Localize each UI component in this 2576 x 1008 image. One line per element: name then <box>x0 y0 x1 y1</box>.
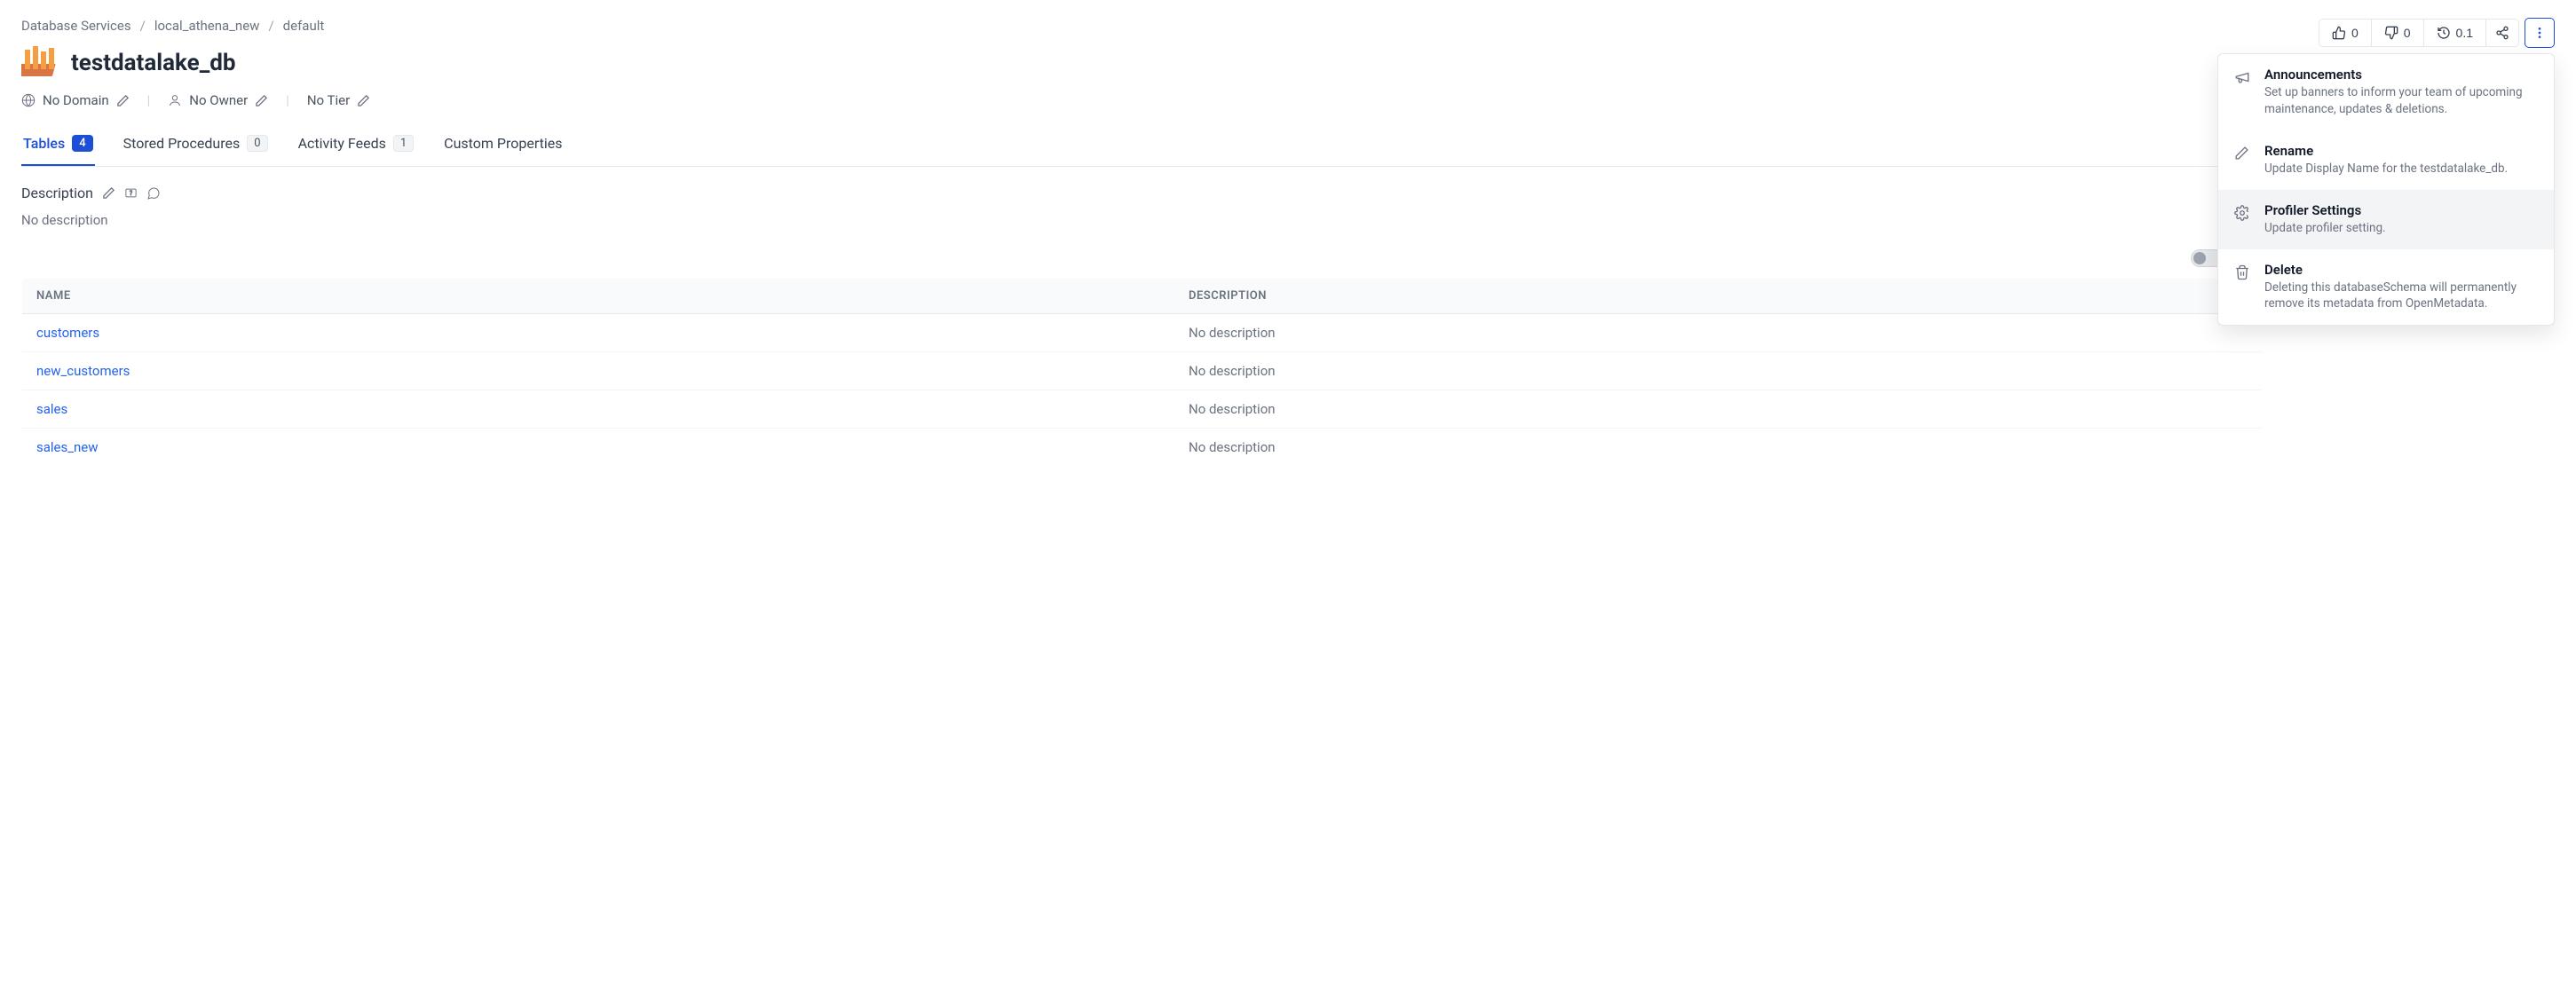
description-label: Description <box>21 185 93 201</box>
conversation-icon[interactable] <box>146 186 161 201</box>
more-menu-dropdown: AnnouncementsSet up banners to inform yo… <box>2217 53 2555 326</box>
menu-item-delete[interactable]: Delete Deleting this databaseSchema will … <box>2218 249 2554 326</box>
tab-badge: 0 <box>247 135 267 152</box>
tier-meta: No Tier <box>307 92 370 108</box>
table-description: No description <box>1174 314 2262 352</box>
trash-icon <box>2234 262 2252 313</box>
table-description: No description <box>1174 390 2262 429</box>
svg-text:?: ? <box>130 190 132 197</box>
version-button[interactable]: 0.1 <box>2424 20 2486 46</box>
breadcrumb-link[interactable]: local_athena_new <box>154 18 260 34</box>
tables-list: NAME DESCRIPTION customers No description… <box>21 278 2262 467</box>
vote-version-group: 0 0 0.1 <box>2319 19 2519 47</box>
tab-label: Stored Procedures <box>123 135 241 152</box>
tab-tables[interactable]: Tables 4 <box>21 126 95 166</box>
table-row: sales No description <box>22 390 2262 429</box>
page-title: testdatalake_db <box>71 50 236 76</box>
more-menu-button[interactable] <box>2525 18 2555 48</box>
table-description: No description <box>1174 352 2262 390</box>
upvote-button[interactable]: 0 <box>2319 20 2372 46</box>
separator: | <box>286 92 289 108</box>
meta-row: No Domain | No Owner | No Tier <box>21 92 2555 108</box>
menu-item-title: Delete <box>2264 262 2538 278</box>
col-name: NAME <box>22 279 1175 314</box>
action-bar: 0 0 0.1 <box>2319 18 2555 48</box>
tier-text: No Tier <box>307 92 350 108</box>
owner-text: No Owner <box>189 92 248 108</box>
domain-text: No Domain <box>43 92 109 108</box>
separator: | <box>147 92 151 108</box>
domain-meta: No Domain <box>21 92 130 108</box>
tab-stored-procedures[interactable]: Stored Procedures 0 <box>122 126 270 166</box>
pencil-icon[interactable] <box>255 94 268 107</box>
gear-icon <box>2234 202 2252 237</box>
tab-label: Custom Properties <box>444 135 562 152</box>
tab-label: Tables <box>23 135 65 152</box>
history-icon <box>2437 26 2451 40</box>
share-icon <box>2495 26 2509 40</box>
user-icon <box>168 93 182 107</box>
downvote-count: 0 <box>2404 26 2411 40</box>
tabs: Tables 4 Stored Procedures 0 Activity Feeds 1… <box>21 126 2555 167</box>
version-text: 0.1 <box>2456 26 2473 40</box>
tab-badge: 1 <box>393 135 414 152</box>
thumbs-down-icon <box>2384 26 2398 40</box>
menu-item-title: Announcements <box>2264 67 2538 83</box>
menu-item-desc: Update Display Name for the testdatalake… <box>2264 161 2538 177</box>
breadcrumb: Database Services / local_athena_new / defau… <box>21 18 2555 34</box>
thumbs-up-icon <box>2332 26 2346 40</box>
share-button[interactable] <box>2486 20 2518 46</box>
menu-item-desc: Deleting this databaseSchema will perman… <box>2264 280 2538 313</box>
more-vertical-icon <box>2533 26 2547 40</box>
menu-item-title: Profiler Settings <box>2264 202 2538 218</box>
menu-item-desc: Set up banners to inform your team of up… <box>2264 84 2538 118</box>
table-row: customers No description <box>22 314 2262 352</box>
description-text: No description <box>21 212 2262 228</box>
pencil-icon[interactable] <box>116 94 130 107</box>
tab-label: Activity Feeds <box>298 135 386 152</box>
table-description: No description <box>1174 429 2262 467</box>
upvote-count: 0 <box>2351 26 2359 40</box>
globe-icon <box>21 93 36 107</box>
downvote-button[interactable]: 0 <box>2372 20 2424 46</box>
request-icon[interactable]: ? <box>124 186 138 200</box>
menu-item-announcements[interactable]: AnnouncementsSet up banners to inform yo… <box>2218 54 2554 130</box>
table-row: sales_new No description <box>22 429 2262 467</box>
menu-item-rename[interactable]: Rename Update Display Name for the testda… <box>2218 130 2554 190</box>
megaphone-icon <box>2234 67 2252 118</box>
tab-activity-feeds[interactable]: Activity Feeds 1 <box>296 126 416 166</box>
menu-item-profiler-settings[interactable]: Profiler Settings Update profiler setting… <box>2218 190 2554 249</box>
breadcrumb-separator: / <box>140 18 146 34</box>
table-name-link[interactable]: sales_new <box>36 439 99 455</box>
database-schema-icon <box>21 46 60 80</box>
owner-meta: No Owner <box>168 92 268 108</box>
title-row: testdatalake_db <box>21 46 2555 80</box>
menu-item-desc: Update profiler setting. <box>2264 220 2538 237</box>
breadcrumb-separator: / <box>268 18 273 34</box>
table-row: new_customers No description <box>22 352 2262 390</box>
col-description: DESCRIPTION <box>1174 279 2262 314</box>
breadcrumb-link[interactable]: Database Services <box>21 18 131 34</box>
table-name-link[interactable]: new_customers <box>36 363 130 379</box>
pencil-icon[interactable] <box>357 94 370 107</box>
pencil-icon <box>2234 143 2252 177</box>
pencil-icon[interactable] <box>102 186 115 200</box>
breadcrumb-link[interactable]: default <box>283 18 325 34</box>
tab-badge: 4 <box>72 135 92 152</box>
table-toolbar: Delet <box>21 249 2262 267</box>
tab-custom-properties[interactable]: Custom Properties <box>442 126 564 166</box>
table-name-link[interactable]: customers <box>36 325 99 341</box>
description-header: Description ? <box>21 185 2262 201</box>
menu-item-title: Rename <box>2264 143 2538 159</box>
table-name-link[interactable]: sales <box>36 401 67 417</box>
